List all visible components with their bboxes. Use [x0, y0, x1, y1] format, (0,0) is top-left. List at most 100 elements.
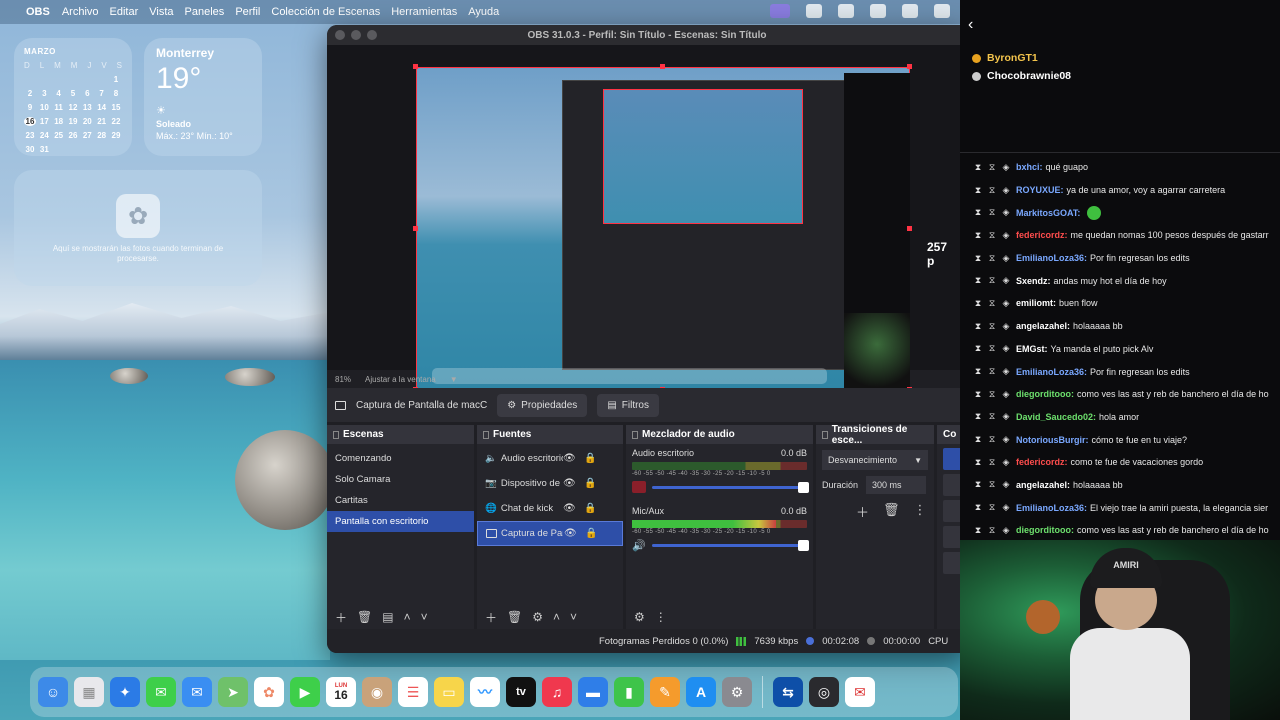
pinned-user[interactable]: Chocobrawnie08 — [972, 70, 1071, 82]
chat-message[interactable]: ⧗ ⧖ ◈ federicordz: como te fue de vacaciones… — [974, 451, 1280, 474]
chat-message[interactable]: ⧗ ⧖ ◈ Sxendz: andas muy hot el día de hoy — [974, 269, 1280, 292]
muted-speaker-icon[interactable] — [632, 481, 646, 493]
chat-username[interactable]: angelazahel: — [1016, 321, 1070, 331]
window-titlebar[interactable]: OBS 31.0.3 - Perfil: Sin Título - Escena… — [327, 25, 967, 45]
scene-item-selected[interactable]: Pantalla con escritorio — [327, 511, 474, 532]
pages-icon[interactable]: ✎ — [650, 677, 680, 707]
slider-knob[interactable] — [798, 481, 809, 493]
eye-icon[interactable]: 👁 — [564, 528, 577, 539]
chat-message[interactable]: ⧗ ⧖ ◈ MarkitosGOAT: — [974, 201, 1280, 224]
notes-icon[interactable]: ▭ — [434, 677, 464, 707]
display-icon[interactable] — [806, 4, 822, 18]
window-icon[interactable] — [838, 4, 854, 18]
chat-username[interactable]: NotoriousBurgir: — [1016, 435, 1089, 445]
chat-message[interactable]: ⧗ ⧖ ◈ EmilianoLoza36: El viejo trae la amiri… — [974, 496, 1280, 519]
chat-username[interactable]: David_Saucedo02: — [1016, 412, 1096, 422]
source-item-selected[interactable]: Captura de Pan 👁 🔒 — [477, 521, 623, 546]
lock-icon[interactable]: 🔒 — [584, 503, 596, 514]
lock-icon[interactable]: 🔒 — [584, 478, 596, 489]
move-down-icon[interactable]: ˅ — [570, 610, 577, 624]
chevron-left-icon[interactable]: ‹ — [968, 16, 973, 34]
advanced-audio-icon[interactable]: ⚙ — [634, 610, 645, 624]
menu-app-name[interactable]: OBS — [26, 6, 50, 18]
menu-archivo[interactable]: Archivo — [62, 6, 99, 18]
transform-handle[interactable] — [413, 226, 418, 231]
reminders-icon[interactable]: ☰ — [398, 677, 428, 707]
menu-perfil[interactable]: Perfil — [235, 6, 260, 18]
volume-slider[interactable] — [651, 540, 809, 551]
move-up-icon[interactable]: ˄ — [404, 610, 411, 624]
menu-coleccion-escenas[interactable]: Colección de Escenas — [271, 6, 380, 18]
sources-dock-header[interactable]: Fuentes — [477, 425, 623, 444]
chat-username[interactable]: federicordz: — [1016, 457, 1068, 467]
chevron-down-icon[interactable]: ▼ — [450, 375, 458, 384]
mixer-dock-header[interactable]: Mezclador de audio — [626, 425, 813, 444]
chat-message[interactable]: ⧗ ⧖ ◈ EmilianoLoza36: Por fin regresan los e… — [974, 360, 1280, 383]
filters-button[interactable]: ▤ Filtros — [597, 393, 659, 417]
menu-herramientas[interactable]: Herramientas — [391, 6, 457, 18]
more-options-icon[interactable]: ⋮ — [914, 502, 927, 521]
airmail-icon[interactable]: ✉ — [845, 677, 875, 707]
control-center-icon[interactable] — [934, 4, 950, 18]
transform-handle[interactable] — [413, 64, 418, 69]
chat-username[interactable]: EMGst: — [1016, 344, 1048, 354]
transition-select[interactable]: Desvanecimiento ▼ — [822, 450, 928, 470]
screen-record-icon[interactable] — [770, 4, 790, 18]
chat-username[interactable]: EmilianoLoza36: — [1016, 367, 1087, 377]
chat-message[interactable]: ⧗ ⧖ ◈ NotoriousBurgir: cómo te fue en tu via… — [974, 428, 1280, 451]
transform-handle[interactable] — [907, 64, 912, 69]
duration-input[interactable]: 300 ms — [866, 476, 927, 494]
numbers-icon[interactable]: ▮ — [614, 677, 644, 707]
source-item[interactable]: 🔈 Audio escritorio 👁 🔒 — [477, 446, 623, 471]
chat-username[interactable]: emiliomt: — [1016, 298, 1056, 308]
wifi-icon[interactable] — [902, 4, 918, 18]
trash-icon[interactable]: 🗑 — [507, 610, 522, 624]
chat-message[interactable]: ⧗ ⧖ ◈ diegorditooo: como ves las ast y reb d… — [974, 519, 1280, 542]
chat-username[interactable]: diegorditooo: — [1016, 389, 1074, 399]
chat-username[interactable]: angelazahel: — [1016, 480, 1070, 490]
preview-canvas[interactable]: 257 p — [327, 45, 967, 392]
calendar-widget[interactable]: MARZO D L M M J V S 1 2 3 4 5 6 7 8 9 10 11 12 13 14 1… — [14, 38, 132, 156]
messages-icon[interactable]: ✉ — [146, 677, 176, 707]
media-icon[interactable] — [870, 4, 886, 18]
properties-button[interactable]: ⚙ Propiedades — [497, 393, 588, 417]
chat-username[interactable]: bxhci: — [1016, 162, 1043, 172]
teamviewer-icon[interactable]: ⇆ — [773, 677, 803, 707]
volume-slider[interactable] — [652, 481, 809, 493]
music-icon[interactable]: ♫ — [542, 677, 572, 707]
speaker-icon[interactable]: 🔊 — [632, 539, 646, 552]
chat-username[interactable]: EmilianoLoza36: — [1016, 503, 1087, 513]
chat-message[interactable]: ⧗ ⧖ ◈ federicordz: me quedan nomas 100 pesos… — [974, 224, 1280, 247]
maps-icon[interactable]: ➤ — [218, 677, 248, 707]
move-down-icon[interactable]: ˅ — [421, 610, 428, 624]
scene-filters-icon[interactable]: ▤ — [382, 610, 393, 624]
scene-item[interactable]: Solo Camara — [327, 469, 474, 490]
lock-icon[interactable]: 🔒 — [584, 453, 596, 464]
scene-item[interactable]: Comenzando — [327, 448, 474, 469]
contacts-icon[interactable]: ◉ — [362, 677, 392, 707]
source-item[interactable]: 📷 Dispositivo de c 👁 🔒 — [477, 471, 623, 496]
add-icon[interactable]: ＋ — [335, 609, 347, 626]
mail-icon[interactable]: ✉ — [182, 677, 212, 707]
chat-username[interactable]: MarkitosGOAT: — [1016, 208, 1080, 218]
transform-handle[interactable] — [660, 64, 665, 69]
slider-knob[interactable] — [798, 540, 809, 551]
menu-paneles[interactable]: Paneles — [185, 6, 225, 18]
finder-icon[interactable]: ☺ — [38, 677, 68, 707]
trash-icon[interactable]: 🗑 — [883, 502, 900, 521]
pinned-user[interactable]: ByronGT1 — [972, 52, 1071, 64]
calendar-icon[interactable]: LUN 16 — [326, 677, 356, 707]
menu-editar[interactable]: Editar — [110, 6, 139, 18]
chat-username[interactable]: Sxendz: — [1016, 276, 1051, 286]
add-icon[interactable]: ＋ — [856, 502, 869, 521]
more-options-icon[interactable]: ⋮ — [655, 610, 667, 624]
freeform-icon[interactable]: 〰 — [470, 677, 500, 707]
gear-icon[interactable]: ⚙ — [532, 610, 543, 624]
scene-item[interactable]: Cartitas — [327, 490, 474, 511]
scenes-dock-header[interactable]: Escenas — [327, 425, 474, 444]
chat-message[interactable]: ⧗ ⧖ ◈ angelazahel: holaaaaa bb — [974, 474, 1280, 497]
transform-handle[interactable] — [907, 226, 912, 231]
menu-vista[interactable]: Vista — [149, 6, 173, 18]
chat-message[interactable]: ⧗ ⧖ ◈ EmilianoLoza36: Por fin regresan los e… — [974, 247, 1280, 270]
chat-message[interactable]: ⧗ ⧖ ◈ emiliomt: buen flow — [974, 292, 1280, 315]
